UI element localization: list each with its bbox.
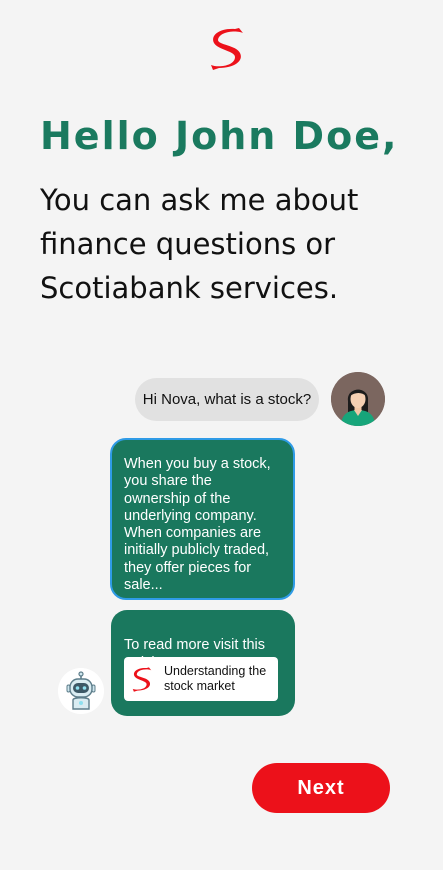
intro-text: You can ask me about finance questions o… [40, 183, 359, 305]
greeting-heading: Hello John Doe, [40, 114, 399, 158]
next-button[interactable]: Next [252, 763, 390, 813]
user-message-row: Hi Nova, what is a stock? [135, 372, 390, 428]
scotiabank-logo-icon [211, 28, 243, 70]
article-title: Understanding the stock market [164, 664, 267, 693]
robot-avatar-icon [58, 668, 104, 714]
bot-message-bubble: When you buy a stock, you share the owne… [110, 438, 295, 600]
article-link-card[interactable]: Understanding the stock market [124, 657, 278, 701]
user-avatar-icon [331, 372, 385, 426]
user-message-bubble: Hi Nova, what is a stock? [135, 378, 319, 421]
scotiabank-logo-icon [132, 667, 152, 692]
